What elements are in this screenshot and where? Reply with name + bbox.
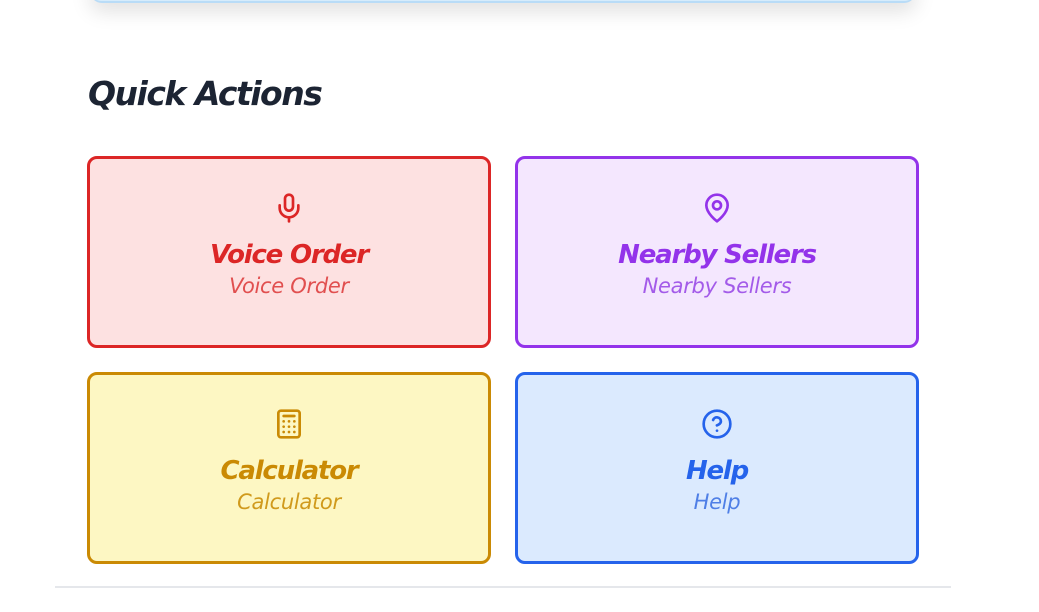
card-label: Calculator bbox=[220, 456, 358, 486]
card-label: Voice Order bbox=[210, 240, 369, 270]
section-title: Quick Actions bbox=[88, 74, 323, 113]
help-circle-icon bbox=[701, 408, 733, 440]
help-button[interactable]: Help Help bbox=[515, 372, 919, 564]
previous-card-bottom bbox=[90, 0, 916, 3]
card-sublabel: Help bbox=[693, 490, 741, 514]
card-label: Help bbox=[685, 456, 749, 486]
card-sublabel: Calculator bbox=[237, 490, 341, 514]
voice-order-button[interactable]: Voice Order Voice Order bbox=[87, 156, 491, 348]
card-sublabel: Voice Order bbox=[229, 274, 349, 298]
card-label: Nearby Sellers bbox=[618, 240, 817, 270]
divider bbox=[55, 586, 951, 588]
calculator-button[interactable]: Calculator Calculator bbox=[87, 372, 491, 564]
microphone-icon bbox=[273, 192, 305, 224]
calculator-icon bbox=[273, 408, 305, 440]
card-sublabel: Nearby Sellers bbox=[642, 274, 792, 298]
nearby-sellers-button[interactable]: Nearby Sellers Nearby Sellers bbox=[515, 156, 919, 348]
map-pin-icon bbox=[701, 192, 733, 224]
